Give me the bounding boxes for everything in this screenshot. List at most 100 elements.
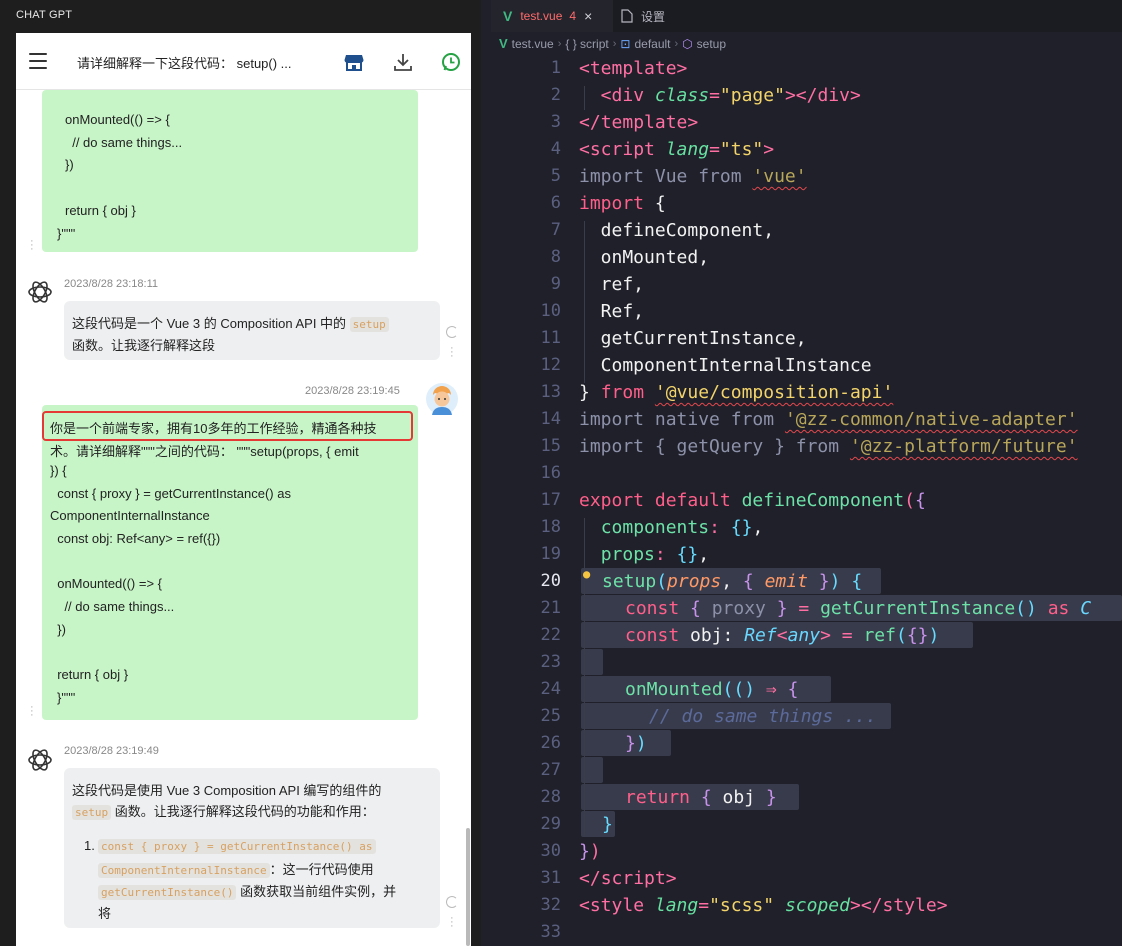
message-line: 你是一个前端专家，拥有10多年的工作经验，精通各种技	[50, 421, 377, 436]
message-line: ComponentInternalInstance	[50, 508, 210, 523]
lightbulb-icon[interactable]: ●	[583, 567, 590, 581]
inline-code: getCurrentInstance()	[98, 885, 237, 900]
line-number: 18	[540, 517, 561, 537]
line-number: 15	[540, 436, 561, 456]
line-number: 6	[550, 193, 561, 213]
message-line: 函数。让我逐行解释这段	[72, 338, 216, 353]
vue-icon: V	[499, 36, 508, 51]
regenerate-icon[interactable]	[446, 326, 458, 338]
message-line: })	[50, 622, 66, 637]
line-number: 22	[540, 625, 561, 645]
breadcrumb-item[interactable]: setup	[697, 37, 726, 51]
code-line: ref,	[579, 274, 645, 295]
chevron-right-icon: ›	[612, 37, 617, 50]
message-options-icon[interactable]: · · ·	[30, 702, 34, 721]
message-line: 这段代码是一个 Vue 3 的 Composition API 中的 setup	[72, 313, 389, 332]
user-avatar	[426, 383, 458, 415]
code-line: </template>	[579, 112, 699, 133]
assistant-message-bubble: 这段代码是使用 Vue 3 Composition API 编写的组件的 set…	[64, 768, 440, 928]
line-number: 16	[540, 463, 561, 483]
code-line: import {	[579, 193, 666, 214]
inline-code: ComponentInternalInstance	[98, 863, 270, 878]
chat-window: 请详细解释一下这段代码： setup() ... onMounted(() =>…	[16, 33, 471, 946]
message-line: ComponentInternalInstance ：这一行代码使用	[98, 859, 374, 878]
line-number: 21	[540, 598, 561, 618]
line-number: 23	[540, 652, 561, 672]
code-area[interactable]: 1 2 3 4 5 6 7 8 9 10 11 12 13 14 15 16 1…	[491, 54, 1122, 946]
app-title: CHAT GPT	[16, 9, 73, 21]
message-line: // do same things...	[50, 599, 175, 614]
hamburger-icon[interactable]	[29, 53, 47, 69]
code-line: defineComponent,	[579, 220, 775, 241]
line-number: 3	[550, 112, 561, 132]
code-line: onMounted,	[579, 247, 710, 268]
user-message-bubble: onMounted(() => { // do same things... }…	[42, 90, 418, 252]
code-line: <template>	[579, 58, 688, 79]
breadcrumb-item[interactable]: default	[634, 37, 670, 51]
code-line: const { proxy } = getCurrentInstance() a…	[625, 598, 1092, 619]
line-number: 25	[540, 706, 561, 726]
chatgpt-avatar-icon	[28, 281, 52, 303]
whatsapp-icon[interactable]	[440, 51, 462, 73]
line-number: 12	[540, 355, 561, 375]
line-number: 9	[550, 274, 561, 294]
message-line: const { proxy } = getCurrentInstance() a…	[50, 486, 291, 501]
line-number: 11	[540, 328, 561, 348]
line-number: 1	[550, 58, 561, 78]
code-line: }	[602, 814, 613, 835]
line-number: 32	[540, 895, 561, 915]
message-line: 这段代码是使用 Vue 3 Composition API 编写的组件的	[72, 783, 382, 798]
inline-code: setup	[72, 805, 112, 820]
line-number: 13	[540, 382, 561, 402]
code-line: import { getQuery } from '@zz-platform/f…	[579, 436, 1078, 457]
message-line: onMounted(() => {	[50, 576, 163, 591]
close-icon[interactable]: ×	[584, 8, 592, 24]
code-editor: V test.vue 4 × 设置 V test.vue › { } scrip…	[481, 0, 1122, 946]
message-options-icon[interactable]: · · ·	[30, 236, 34, 255]
regenerate-icon[interactable]	[446, 896, 458, 908]
tab-test-vue[interactable]: V test.vue 4 ×	[491, 0, 613, 32]
line-number: 4	[550, 139, 561, 159]
breadcrumb-item[interactable]: { } script	[565, 37, 608, 51]
message-line: }"""	[57, 690, 76, 705]
line-number-active: 20	[540, 571, 561, 591]
code-line: </script>	[579, 868, 677, 889]
tab-settings[interactable]: 设置	[621, 0, 665, 32]
code-line: import native from '@zz-common/native-ad…	[579, 409, 1078, 430]
module-icon: ⊡	[620, 36, 631, 51]
editor-tabbar: V test.vue 4 × 设置	[491, 0, 1122, 32]
message-line: return { obj }	[65, 203, 136, 218]
line-number: 24	[540, 679, 561, 699]
message-timestamp: 2023/8/28 23:18:11	[64, 278, 158, 290]
code-line: } from '@vue/composition-api'	[579, 382, 894, 403]
store-icon[interactable]	[343, 51, 365, 73]
list-number: 1.	[84, 838, 95, 853]
inline-code: setup	[349, 317, 389, 332]
code-line: <script lang="ts">	[579, 139, 775, 160]
inline-code: const { proxy } = getCurrentInstance() a…	[98, 839, 376, 854]
breadcrumb: V test.vue › { } script › ⊡ default › ⬡ …	[499, 36, 726, 51]
line-number: 31	[540, 868, 561, 888]
message-options-icon[interactable]: · · ·	[450, 343, 454, 362]
tab-label: test.vue	[520, 9, 563, 23]
message-line: onMounted(() => {	[65, 112, 170, 127]
chat-title: 请详细解释一下这段代码： setup() ...	[77, 56, 292, 71]
message-timestamp: 2023/8/28 23:19:45	[305, 385, 400, 397]
code-line: return { obj }	[625, 787, 777, 808]
code-line: setup(props, { emit }) {	[602, 571, 863, 592]
code-line: props: {},	[600, 544, 710, 565]
message-line: getCurrentInstance() 函数获取当前组件实例，并	[98, 881, 396, 900]
code-line: components: {},	[600, 517, 764, 538]
file-icon	[621, 9, 633, 23]
code-line: ComponentInternalInstance	[579, 355, 872, 376]
message-options-icon[interactable]: · · ·	[450, 913, 454, 932]
assistant-message-bubble: 这段代码是一个 Vue 3 的 Composition API 中的 setup…	[64, 301, 440, 360]
download-icon[interactable]	[392, 51, 414, 73]
message-line: // do same things...	[65, 135, 183, 150]
code-line: <style lang="scss" scoped></style>	[579, 895, 948, 916]
message-line: 术。请详细解释"""之间的代码： """setup(props, { emit	[50, 444, 359, 459]
line-number: 26	[540, 733, 561, 753]
breadcrumb-item[interactable]: test.vue	[512, 37, 554, 51]
message-line: return { obj }	[50, 667, 129, 682]
scrollbar-thumb[interactable]	[466, 828, 470, 946]
